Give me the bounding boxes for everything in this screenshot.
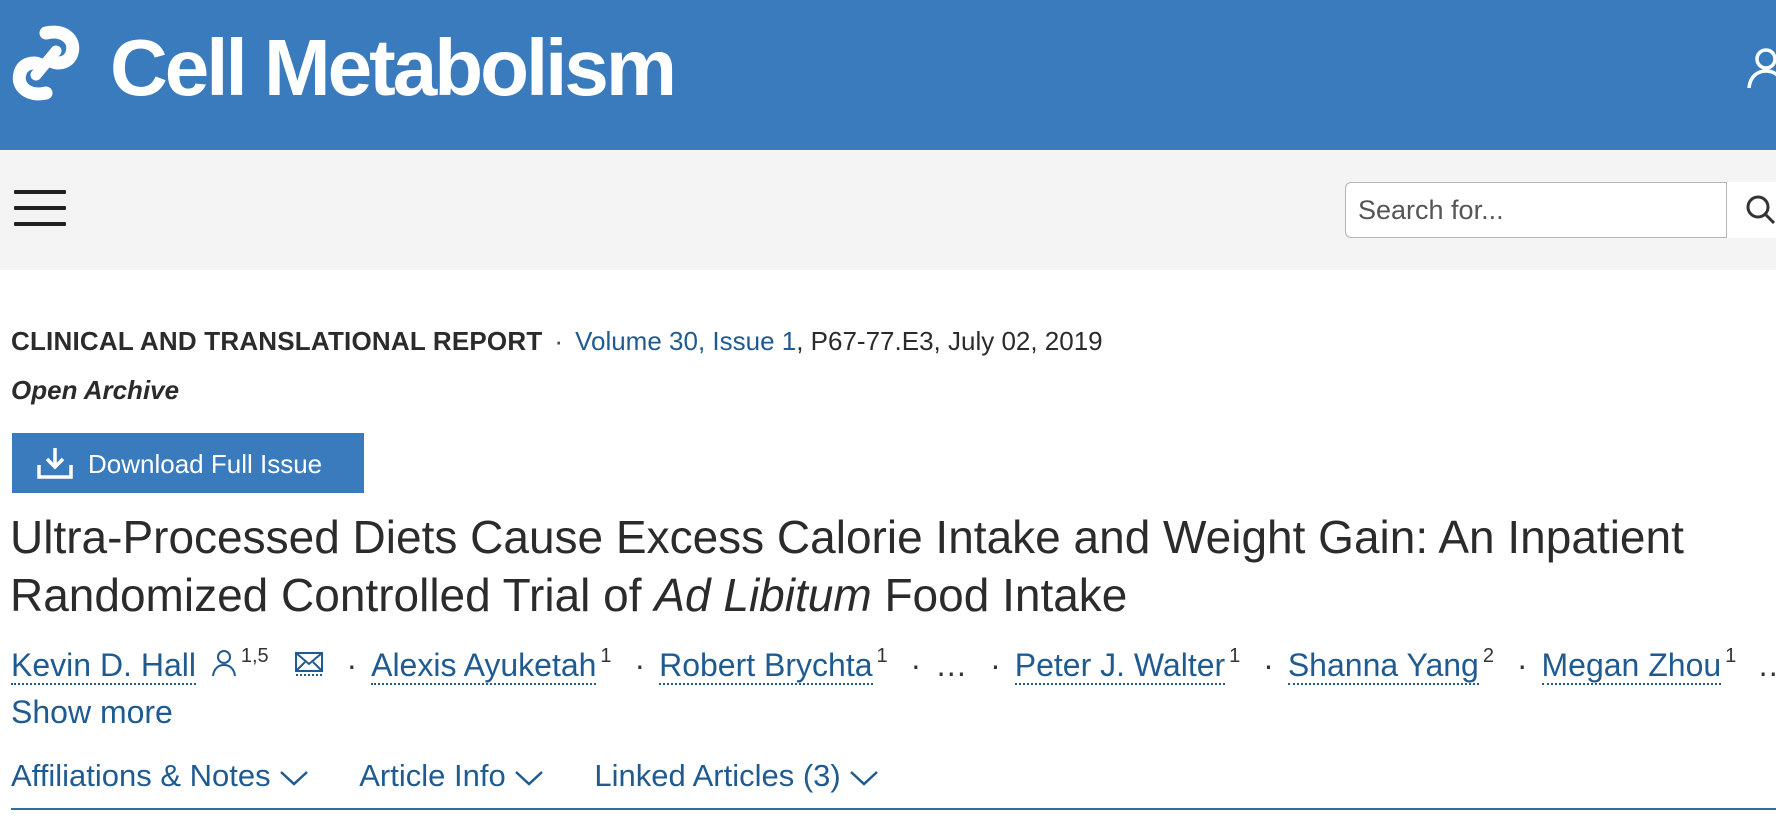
- author-link[interactable]: Alexis Ayuketah: [371, 647, 596, 685]
- tab-label: Affiliations & Notes: [11, 758, 271, 793]
- site-header: Cell Metabolism: [0, 0, 1776, 150]
- tabs-divider: [11, 808, 1776, 810]
- author-list: Kevin D. Hall 1,5 · Alexis Ayuketah 1 · Rob…: [11, 645, 1776, 684]
- search-icon: [1745, 194, 1775, 226]
- article-tabs: Affiliations & Notes Article Info Linked…: [11, 758, 921, 794]
- download-icon: [36, 445, 74, 481]
- author-link[interactable]: Robert Brychta: [659, 647, 872, 685]
- corresponding-author-icon: [211, 648, 237, 678]
- article-title: Ultra-Processed Diets Cause Excess Calor…: [10, 508, 1770, 624]
- tab-affiliations-notes[interactable]: Affiliations & Notes: [11, 758, 309, 794]
- chevron-down-icon: [279, 769, 309, 787]
- nav-bar: [0, 150, 1776, 270]
- search-input[interactable]: [1345, 182, 1735, 238]
- pages-date: , P67-77.E3, July 02, 2019: [796, 326, 1102, 356]
- show-more-authors-link[interactable]: Show more: [11, 694, 173, 731]
- search-button[interactable]: [1726, 182, 1776, 238]
- author-ellipsis-end: …: [1757, 647, 1776, 683]
- author-affiliation: 1: [877, 645, 888, 667]
- article-meta: CLINICAL AND TRANSLATIONAL REPORT · Volume…: [11, 326, 1103, 357]
- author-link[interactable]: Peter J. Walter: [1015, 647, 1225, 685]
- tab-linked-articles[interactable]: Linked Articles (3): [594, 758, 878, 794]
- author-affiliation: 1,5: [241, 645, 269, 667]
- download-full-issue-button[interactable]: Download Full Issue: [12, 433, 364, 493]
- hamburger-menu-icon[interactable]: [14, 190, 66, 230]
- open-archive-label: Open Archive: [11, 375, 179, 406]
- chevron-down-icon: [514, 769, 544, 787]
- chevron-down-icon: [849, 769, 879, 787]
- tab-label: Article Info: [359, 758, 505, 793]
- cell-press-logo-icon[interactable]: [8, 25, 84, 101]
- meta-separator: ·: [554, 326, 563, 356]
- journal-title[interactable]: Cell Metabolism: [110, 22, 674, 114]
- author-ellipsis: …: [935, 647, 967, 683]
- volume-issue-link[interactable]: Volume 30, Issue 1: [575, 326, 796, 356]
- author-affiliation: 1: [600, 645, 611, 667]
- author-link[interactable]: Kevin D. Hall: [11, 647, 196, 685]
- download-button-label: Download Full Issue: [88, 449, 322, 480]
- author-affiliation: 2: [1483, 645, 1494, 667]
- author-link[interactable]: Shanna Yang: [1288, 647, 1479, 685]
- author-link[interactable]: Megan Zhou: [1542, 647, 1722, 685]
- tab-article-info[interactable]: Article Info: [359, 758, 543, 794]
- email-icon[interactable]: [294, 650, 324, 676]
- user-icon[interactable]: [1746, 46, 1776, 90]
- article-type: CLINICAL AND TRANSLATIONAL REPORT: [11, 326, 542, 356]
- author-affiliation: 1: [1725, 645, 1736, 667]
- title-text-end: Food Intake: [872, 569, 1128, 621]
- tab-label: Linked Articles (3): [594, 758, 840, 793]
- title-italic-text: Ad Libitum: [654, 569, 871, 621]
- author-affiliation: 1: [1229, 645, 1240, 667]
